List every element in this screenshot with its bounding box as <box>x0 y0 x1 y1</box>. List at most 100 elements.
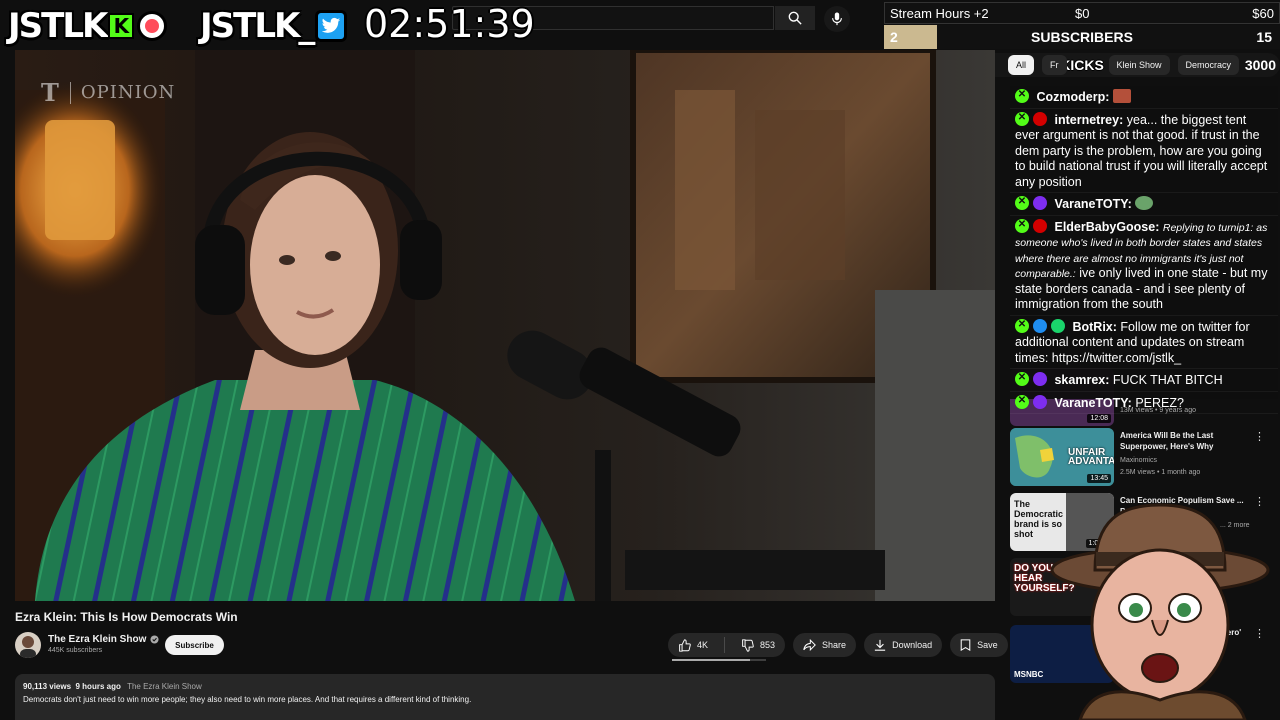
twitter-logo: JSTLK_ <box>200 6 348 46</box>
kick-icon: K <box>108 13 135 39</box>
chip-klein-show[interactable]: Klein Show <box>1108 55 1170 75</box>
chat-message: VaraneTOTY: <box>1010 193 1278 216</box>
top-bar: JSTLK K JSTLK_ 02:51:39 <box>0 0 885 50</box>
like-count: 4K <box>697 640 709 650</box>
voice-search-button[interactable] <box>824 6 850 32</box>
subscriber-badge-icon <box>1033 394 1047 409</box>
view-count: 90,113 views <box>23 682 72 691</box>
kick-logo: JSTLK K <box>8 6 168 46</box>
like-ratio-bar <box>672 659 766 661</box>
stream-hours-label: Stream Hours +2 <box>890 6 989 21</box>
suggested-meta: 2.5M views • 1 month ago <box>1120 469 1201 476</box>
subscribers-label: SUBSCRIBERS <box>1031 29 1133 45</box>
chip-all[interactable]: All <box>1008 55 1035 75</box>
filter-chips: All Fr Klein Show Democracy <box>1008 55 1240 77</box>
nyt-opinion-watermark: T OPINION <box>41 78 175 107</box>
chat-message: Cozmoderp: <box>1010 86 1278 109</box>
share-icon <box>803 639 816 651</box>
like-button[interactable]: 4K <box>668 633 718 657</box>
subscribers-goal-value: 15 <box>1256 29 1272 45</box>
emote-icon <box>1135 196 1154 210</box>
thumbs-down-icon <box>742 638 754 652</box>
channel-name[interactable]: The Ezra Klein Show <box>48 634 159 645</box>
video-actions: 4K 853 Share Download Save ••• <box>668 633 1040 657</box>
upload-age: 9 hours ago <box>75 682 121 691</box>
moderator-badge-icon <box>1015 194 1029 210</box>
twitter-logo-text: JSTLK_ <box>200 6 315 46</box>
bot-badge-icon <box>1033 318 1047 333</box>
suggested-channel: Maxinomics <box>1120 457 1157 464</box>
moderator-badge-icon <box>1015 110 1029 126</box>
video-player[interactable]: T OPINION <box>15 50 995 601</box>
like-ratio-fill <box>672 659 750 661</box>
stream-hours-goal: Stream Hours +2 $0 $60 <box>884 2 1280 24</box>
save-button[interactable]: Save <box>950 633 1008 657</box>
like-dislike-group: 4K 853 <box>668 633 786 657</box>
chat-username: BotRix: <box>1072 319 1117 334</box>
moderator-badge-icon <box>1015 370 1029 386</box>
more-vertical-icon[interactable]: ⋮ <box>1254 430 1265 443</box>
moderator-badge-icon <box>1015 317 1029 333</box>
nyt-logo-icon: T <box>41 78 60 107</box>
moderator-badge-icon <box>1015 217 1029 233</box>
emote-icon <box>1112 89 1131 103</box>
subscribe-button[interactable]: Subscribe <box>165 635 224 655</box>
chat-username: ElderBabyGoose: <box>1054 219 1160 234</box>
share-button[interactable]: Share <box>793 633 857 657</box>
chat-message: VaraneTOTY: PEREZ? <box>1010 392 1278 414</box>
chat-username: VaraneTOTY: <box>1054 395 1132 410</box>
chat-overlay: Cozmoderp: internetrey: yea... the bigge… <box>1010 86 1278 414</box>
moderator-badge-icon <box>1015 393 1029 409</box>
chat-text: PEREZ? <box>1135 395 1184 410</box>
description-text: Democrats don't just need to win more pe… <box>23 695 472 704</box>
share-label: Share <box>822 640 847 650</box>
subscriber-badge-icon <box>1033 111 1047 126</box>
chat-text: yea... the biggest tent ever argument is… <box>1015 112 1268 189</box>
subscriber-badge-icon <box>1033 218 1047 233</box>
verified-icon <box>150 635 159 644</box>
chat-text: FUCK THAT BITCH <box>1112 373 1223 387</box>
chat-username: skamrex: <box>1054 373 1110 387</box>
chat-message: BotRix: Follow me on twitter for additio… <box>1010 316 1278 369</box>
chat-message: internetrey: yea... the biggest tent eve… <box>1010 109 1278 193</box>
save-label: Save <box>977 640 998 650</box>
chip-democracy[interactable]: Democracy <box>1177 55 1240 75</box>
subscribers-goal: 2 SUBSCRIBERS 15 <box>884 25 1280 49</box>
chip-from[interactable]: Fr <box>1042 55 1067 75</box>
watermark-divider <box>69 81 71 104</box>
suggested-thumbnail[interactable]: UNFAIR ADVANTAGE 13:45 <box>1010 428 1114 486</box>
download-label: Download <box>892 640 933 650</box>
search-button[interactable] <box>775 6 815 30</box>
channel-name-text: The Ezra Klein Show <box>48 634 147 645</box>
chat-message: ElderBabyGoose: Replying to turnip1: as … <box>1010 216 1278 316</box>
chat-username: VaraneTOTY: <box>1054 197 1132 211</box>
moderator-badge-icon <box>1015 87 1029 103</box>
chat-username: Cozmoderp: <box>1036 90 1110 104</box>
video-frame <box>15 50 995 601</box>
stream-hours-start: $0 <box>1075 6 1090 21</box>
channel-subscriber-count: 445K subscribers <box>48 647 103 654</box>
dislike-count: 853 <box>760 640 776 650</box>
thumbnail-caption: UNFAIR ADVANTAGE <box>1068 447 1114 467</box>
twitter-bird-icon <box>315 10 348 42</box>
watermark-text: OPINION <box>80 82 176 103</box>
suggested-title: America Will Be the Last Superpower, Her… <box>1120 431 1214 451</box>
verified-badge-icon <box>1051 318 1065 333</box>
suggested-video[interactable]: UNFAIR ADVANTAGE 13:45 America Will Be t… <box>1010 428 1280 490</box>
video-title: Ezra Klein: This Is How Democrats Win <box>15 610 238 624</box>
thumbnail-caption: MSNBC <box>1014 670 1044 679</box>
description-box[interactable]: 90,113 views 9 hours ago The Ezra Klein … <box>15 674 995 720</box>
kicks-goal-value: 3000 <box>1244 57 1276 73</box>
subscriber-badge-icon <box>1033 196 1047 210</box>
download-button[interactable]: Download <box>864 633 943 657</box>
description-meta: 90,113 views 9 hours ago The Ezra Klein … <box>23 682 987 691</box>
channel-avatar[interactable] <box>15 632 41 658</box>
kick-logo-text: JSTLK <box>8 6 108 46</box>
dislike-button[interactable]: 853 <box>731 633 785 657</box>
screen: JSTLK K JSTLK_ 02:51:39 Stream Hours +2 … <box>0 0 1280 720</box>
save-playlist-icon <box>960 639 971 651</box>
video-duration: 12:08 <box>1087 414 1111 423</box>
record-icon <box>137 11 168 41</box>
streamer-avatar-cartoon <box>1040 500 1280 720</box>
description-channel: The Ezra Klein Show <box>127 682 202 691</box>
